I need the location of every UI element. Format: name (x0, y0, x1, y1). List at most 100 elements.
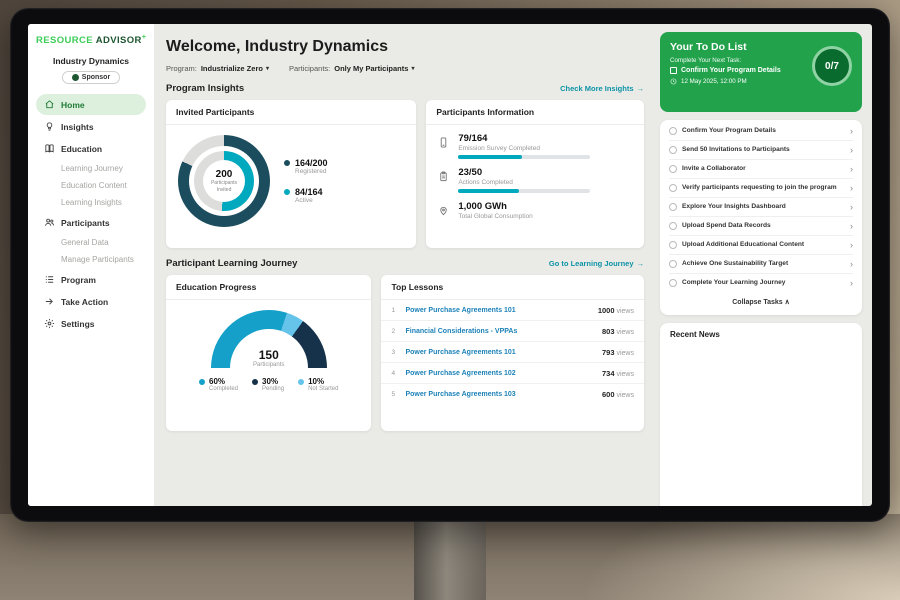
info-row-consumption: 1,000 GWh Total Global Consumption (438, 201, 632, 223)
lesson-row[interactable]: 2 Financial Considerations - VPPAs 803 v… (381, 321, 644, 342)
sponsor-badge[interactable]: Sponsor (62, 71, 120, 84)
go-to-learning-journey-link[interactable]: Go to Learning Journey → (549, 259, 644, 268)
sidebar-item-participants[interactable]: Participants (36, 212, 146, 233)
task-item[interactable]: Upload Additional Educational Content › (669, 236, 853, 255)
top-lessons-card: Top Lessons 1 Power Purchase Agreements … (381, 275, 644, 431)
donut-center: 200 Participants Invited (203, 160, 245, 202)
sidebar-item-insights[interactable]: Insights (36, 116, 146, 137)
sidebar-item-general-data[interactable]: General Data (36, 234, 146, 251)
chevron-right-icon: › (850, 184, 853, 193)
legend-item-not-started: 10% Not Started (298, 377, 338, 392)
info-value: 79/164 (458, 133, 590, 144)
education-gauge-chart: 150 Participants (211, 310, 327, 368)
legend-item-completed: 60% Completed (199, 377, 238, 392)
chevron-right-icon: › (850, 203, 853, 212)
task-checkbox[interactable] (669, 184, 677, 192)
info-value: 23/50 (458, 167, 590, 178)
program-insights-section: Program Insights Check More Insights → (166, 83, 644, 94)
card-title: Top Lessons (381, 275, 644, 300)
legend-value: 84/164 (295, 187, 323, 197)
lesson-row[interactable]: 3 Power Purchase Agreements 101 793 view… (381, 342, 644, 363)
lesson-link[interactable]: Power Purchase Agreements 103 (405, 391, 596, 398)
arrow-action-icon (44, 296, 55, 307)
lesson-link[interactable]: Power Purchase Agreements 101 (405, 349, 596, 356)
lesson-row[interactable]: 5 Power Purchase Agreements 103 600 view… (381, 384, 644, 404)
chevron-right-icon: › (850, 165, 853, 174)
task-checkbox[interactable] (669, 241, 677, 249)
sidebar-item-program[interactable]: Program (36, 269, 146, 290)
program-insights-heading: Program Insights (166, 83, 244, 94)
legend-label: Active (295, 197, 323, 204)
task-checkbox[interactable] (669, 146, 677, 154)
legend-value: 60% (209, 377, 238, 386)
sidebar-item-education[interactable]: Education (36, 138, 146, 159)
sidebar-item-education-content[interactable]: Education Content (36, 177, 146, 194)
todo-progress-text: 0/7 (825, 61, 839, 72)
lesson-link[interactable]: Power Purchase Agreements 102 (405, 370, 596, 377)
task-checkbox[interactable] (669, 279, 677, 287)
learning-journey-heading: Participant Learning Journey (166, 258, 297, 269)
sponsor-icon (72, 74, 79, 81)
participants-filter-dropdown[interactable]: Only My Participants ▾ (334, 64, 414, 73)
clock-icon (670, 78, 677, 85)
task-item[interactable]: Explore Your Insights Dashboard › (669, 198, 853, 217)
lesson-rank: 3 (391, 349, 399, 356)
collapse-tasks-link[interactable]: Collapse Tasks ∧ (669, 292, 853, 313)
sidebar-item-manage-participants[interactable]: Manage Participants (36, 251, 146, 268)
program-filter-dropdown[interactable]: Industrialize Zero ▾ (201, 64, 269, 73)
task-item[interactable]: Send 50 Invitations to Participants › (669, 141, 853, 160)
legend-item-active: 84/164 Active (284, 187, 328, 204)
lesson-views: 1000 views (598, 306, 634, 315)
gauge-label: Participants (211, 362, 327, 368)
sidebar-item-home[interactable]: Home (36, 94, 146, 115)
legend-dot (252, 379, 258, 385)
sidebar-item-settings[interactable]: Settings (36, 313, 146, 334)
info-label: Actions Completed (458, 179, 590, 186)
legend-item-pending: 30% Pending (252, 377, 284, 392)
insights-cards-row: Invited Participants 200 Participants In… (166, 100, 644, 248)
task-checkbox[interactable] (669, 222, 677, 230)
task-checkbox[interactable] (669, 127, 677, 135)
people-icon (44, 217, 55, 228)
chevron-down-icon: ▾ (411, 65, 414, 72)
sidebar-item-learning-insights[interactable]: Learning Insights (36, 194, 146, 211)
donut-legend: 164/200 Registered 84/164 Active (284, 158, 328, 204)
chevron-down-icon: ▾ (266, 65, 269, 72)
lesson-link[interactable]: Financial Considerations - VPPAs (405, 328, 596, 335)
task-item[interactable]: Verify participants requesting to join t… (669, 179, 853, 198)
lesson-rank: 1 (391, 307, 399, 314)
task-item[interactable]: Confirm Your Program Details › (669, 122, 853, 141)
lesson-views: 793 views (602, 348, 634, 357)
chevron-right-icon: › (850, 260, 853, 269)
checkbox-icon[interactable] (670, 67, 677, 74)
legend-dot (284, 160, 290, 166)
lesson-rank: 2 (391, 328, 399, 335)
progress-track (458, 155, 590, 159)
lesson-row[interactable]: 1 Power Purchase Agreements 101 1000 vie… (381, 300, 644, 321)
task-checkbox[interactable] (669, 165, 677, 173)
device-icon (438, 133, 450, 159)
chevron-right-icon: › (850, 241, 853, 250)
task-checkbox[interactable] (669, 260, 677, 268)
sidebar-item-take-action[interactable]: Take Action (36, 291, 146, 312)
sponsor-label: Sponsor (82, 74, 110, 81)
lesson-link[interactable]: Power Purchase Agreements 101 (405, 307, 591, 314)
task-label: Confirm Your Program Details (682, 127, 845, 136)
task-checkbox[interactable] (669, 203, 677, 211)
main-content: Welcome, Industry Dynamics Program: Indu… (154, 24, 656, 506)
lesson-row[interactable]: 4 Power Purchase Agreements 102 734 view… (381, 363, 644, 384)
page-title: Welcome, Industry Dynamics (166, 38, 644, 56)
task-item[interactable]: Achieve One Sustainability Target › (669, 255, 853, 274)
task-item[interactable]: Invite a Collaborator › (669, 160, 853, 179)
sidebar-item-label: Participants (61, 218, 110, 228)
task-item[interactable]: Complete Your Learning Journey › (669, 274, 853, 292)
sidebar: RESOURCE ADVISOR+ Industry Dynamics Spon… (28, 24, 154, 506)
recent-news-card: Recent News (660, 323, 862, 506)
task-item[interactable]: Upload Spend Data Records › (669, 217, 853, 236)
task-label: Send 50 Invitations to Participants (682, 146, 845, 155)
sidebar-item-learning-journey[interactable]: Learning Journey (36, 160, 146, 177)
arrow-right-icon: → (637, 84, 645, 93)
sidebar-item-label: Home (61, 100, 85, 110)
sidebar-item-label: Education Content (61, 181, 127, 190)
check-more-insights-link[interactable]: Check More Insights → (560, 84, 644, 93)
